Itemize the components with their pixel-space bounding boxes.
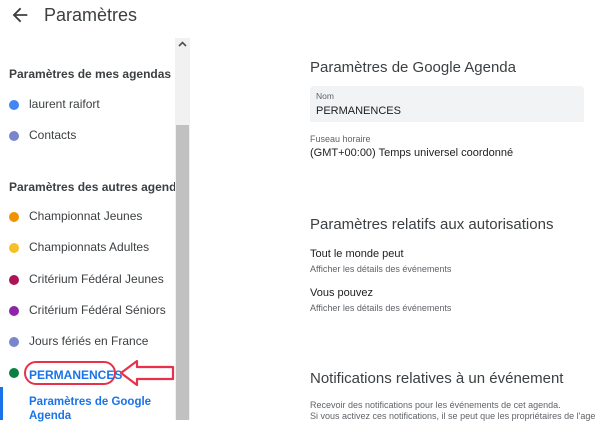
top-bar: Paramètres bbox=[0, 0, 605, 38]
sidebar-item-laurent-raifort[interactable]: laurent raifort bbox=[0, 93, 175, 117]
section-title-google-agenda: Paramètres de Google Agenda bbox=[310, 59, 516, 76]
calendar-color-dot bbox=[9, 337, 19, 347]
permission-you-title: Vous pouvez bbox=[310, 287, 373, 299]
sidebar-subitem-google-agenda-settings[interactable]: Paramètres de Google Agenda bbox=[29, 395, 169, 423]
sidebar-item-label: Critérium Fédéral Jeunes bbox=[29, 272, 164, 286]
sidebar-item-label: laurent raifort bbox=[29, 97, 100, 111]
notifications-description-line1: Recevoir des notifications pour les évén… bbox=[310, 400, 561, 410]
section-title-notifications: Notifications relatives à un événement bbox=[310, 370, 564, 387]
calendar-color-dot bbox=[9, 275, 19, 285]
sidebar-item-jours-feries[interactable]: Jours fériés en France bbox=[0, 330, 175, 354]
name-field-label: Nom bbox=[316, 91, 334, 101]
calendar-color-dot bbox=[9, 368, 19, 378]
sidebar-item-championnat-jeunes[interactable]: Championnat Jeunes bbox=[0, 205, 175, 229]
section-title-permissions: Paramètres relatifs aux autorisations bbox=[310, 216, 554, 233]
sidebar-item-contacts[interactable]: Contacts bbox=[0, 124, 175, 148]
calendar-color-dot bbox=[9, 100, 19, 110]
timezone-value[interactable]: (GMT+00:00) Temps universel coordonné bbox=[310, 147, 513, 159]
sidebar-item-championnats-adultes[interactable]: Championnats Adultes bbox=[0, 236, 175, 260]
calendar-color-dot bbox=[9, 131, 19, 141]
selected-sub-indicator bbox=[0, 387, 3, 420]
permission-you-value[interactable]: Afficher les détails des événements bbox=[310, 303, 451, 313]
sidebar-item-label: Championnats Adultes bbox=[29, 240, 150, 254]
page-title: Paramètres bbox=[44, 5, 138, 25]
scrollbar-thumb[interactable] bbox=[176, 125, 189, 420]
permission-everyone-value[interactable]: Afficher les détails des événements bbox=[310, 264, 451, 274]
sidebar-item-label: Contacts bbox=[29, 128, 77, 142]
timezone-label: Fuseau horaire bbox=[310, 134, 371, 144]
back-arrow-icon[interactable] bbox=[9, 4, 31, 26]
highlight-arrow-icon bbox=[119, 359, 175, 387]
calendar-color-dot bbox=[9, 212, 19, 222]
other-calendars-heading: Paramètres des autres agendas bbox=[9, 180, 190, 194]
calendar-color-dot bbox=[9, 243, 19, 253]
sidebar-item-label: Championnat Jeunes bbox=[29, 209, 143, 223]
scroll-up-icon[interactable] bbox=[177, 39, 188, 50]
sidebar-item-criterium-federal-jeunes[interactable]: Critérium Fédéral Jeunes bbox=[0, 268, 175, 292]
name-field[interactable]: Nom PERMANENCES bbox=[310, 86, 584, 122]
calendar-color-dot bbox=[9, 306, 19, 316]
permission-everyone-title: Tout le monde peut bbox=[310, 248, 404, 260]
sidebar-item-label: Critérium Fédéral Séniors bbox=[29, 303, 166, 317]
name-field-value: PERMANENCES bbox=[316, 105, 401, 117]
sidebar-item-label: Jours fériés en France bbox=[29, 334, 149, 348]
sidebar-item-label-selected: PERMANENCES bbox=[29, 368, 123, 382]
sidebar-item-criterium-federal-seniors[interactable]: Critérium Fédéral Séniors bbox=[0, 299, 175, 323]
my-calendars-heading: Paramètres de mes agendas bbox=[9, 67, 172, 81]
